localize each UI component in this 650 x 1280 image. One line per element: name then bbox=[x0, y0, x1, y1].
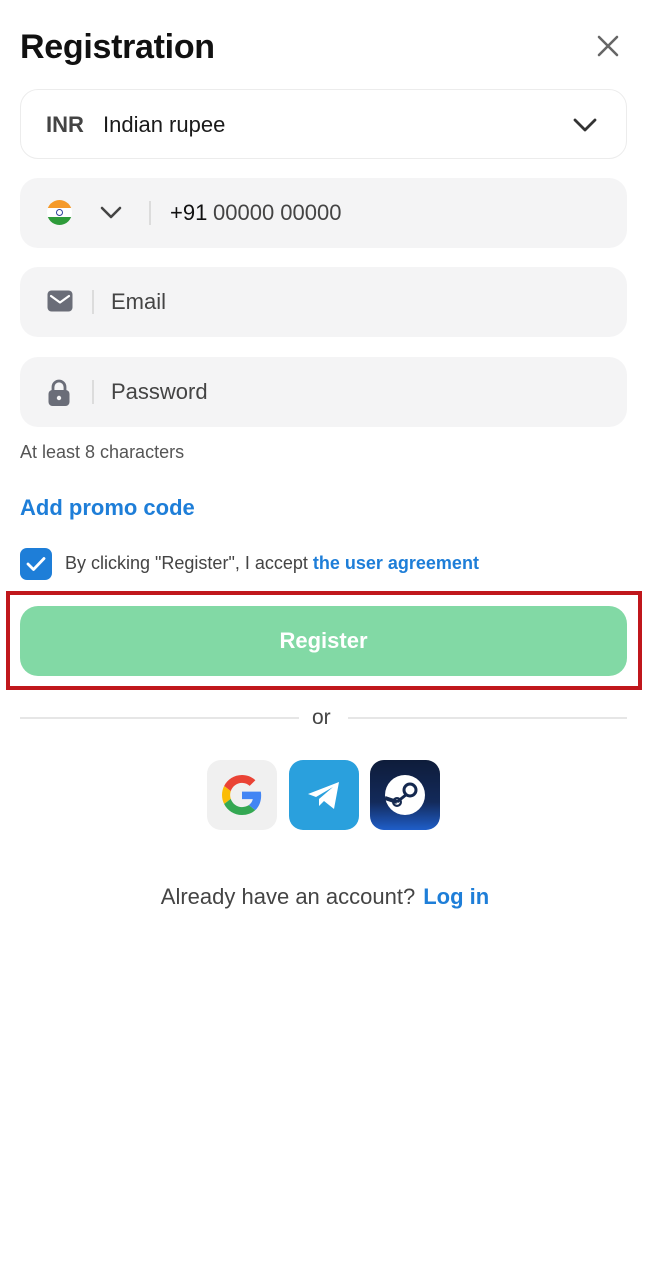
agreement-text: By clicking "Register", I accept the use… bbox=[65, 553, 479, 574]
chevron-down-icon[interactable] bbox=[100, 200, 122, 224]
divider bbox=[92, 290, 94, 314]
divider bbox=[92, 380, 94, 404]
currency-name: Indian rupee bbox=[103, 112, 226, 137]
email-input[interactable] bbox=[111, 281, 591, 323]
currency-select[interactable]: INR Indian rupee bbox=[20, 89, 627, 159]
india-flag-icon[interactable] bbox=[47, 200, 72, 225]
page-title: Registration bbox=[20, 28, 215, 66]
lock-icon bbox=[48, 379, 70, 406]
chevron-down-icon bbox=[573, 118, 597, 132]
user-agreement-link[interactable]: the user agreement bbox=[313, 553, 479, 573]
phone-prefix: +91 bbox=[170, 200, 208, 225]
close-icon bbox=[597, 35, 619, 57]
google-login-button[interactable] bbox=[207, 760, 277, 830]
divider-right bbox=[348, 717, 627, 719]
currency-code: INR bbox=[46, 112, 84, 137]
divider-left bbox=[20, 717, 299, 719]
divider bbox=[149, 201, 151, 225]
email-field[interactable] bbox=[20, 267, 627, 337]
add-promo-code-link[interactable]: Add promo code bbox=[20, 495, 195, 521]
phone-input[interactable] bbox=[213, 192, 593, 234]
agreement-label: By clicking "Register", I accept bbox=[65, 553, 313, 573]
or-label: or bbox=[312, 706, 331, 729]
steam-login-button[interactable] bbox=[370, 760, 440, 830]
password-hint: At least 8 characters bbox=[20, 442, 185, 462]
register-button[interactable]: Register bbox=[20, 606, 627, 676]
checkmark-icon bbox=[26, 557, 46, 571]
phone-field[interactable]: +91 bbox=[20, 178, 627, 248]
close-button[interactable] bbox=[588, 26, 628, 66]
agreement-checkbox[interactable] bbox=[20, 548, 52, 580]
mail-icon bbox=[47, 290, 73, 312]
password-field[interactable] bbox=[20, 357, 627, 427]
password-input[interactable] bbox=[111, 371, 591, 413]
google-icon bbox=[222, 775, 262, 815]
steam-icon bbox=[384, 775, 425, 815]
login-prompt: Already have an account? Log in bbox=[0, 884, 650, 910]
telegram-icon bbox=[308, 782, 339, 809]
telegram-login-button[interactable] bbox=[289, 760, 359, 830]
login-link[interactable]: Log in bbox=[423, 884, 489, 909]
login-prompt-text: Already have an account? bbox=[160, 884, 416, 909]
